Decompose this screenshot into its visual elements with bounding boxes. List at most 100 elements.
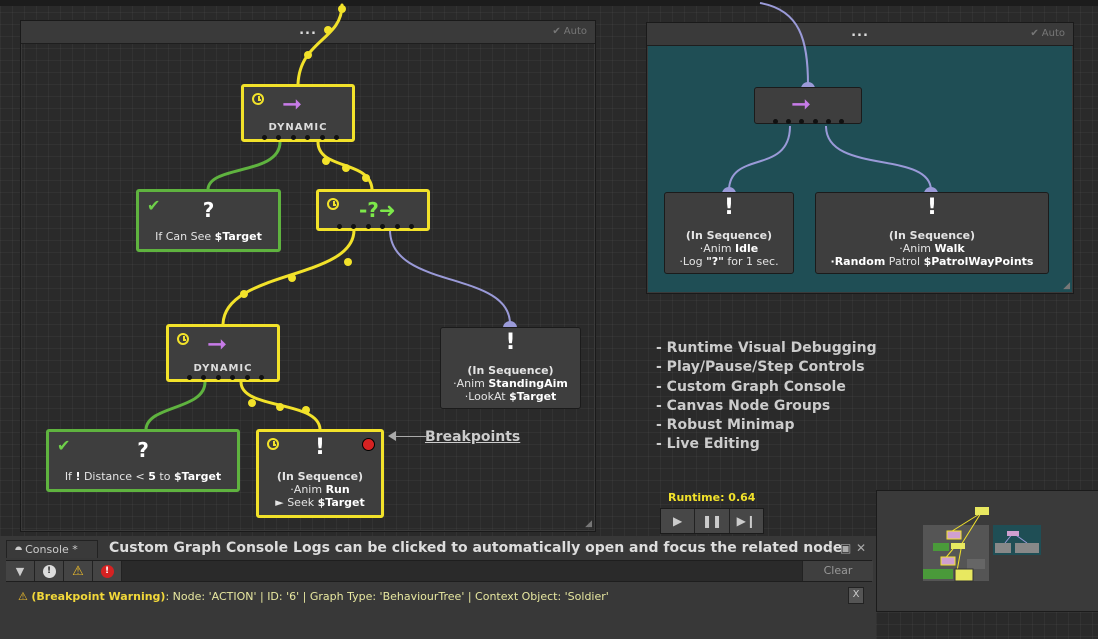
warning-icon: ⚠ [72,563,84,579]
wire-dot [342,164,350,172]
output-port[interactable] [786,119,792,124]
node-standing-aim[interactable]: ! (In Sequence) ·Anim StandingAim ·LookA… [440,327,581,409]
node-run[interactable]: ! (In Sequence) ·Anim Run ► Seek $Target [256,429,384,518]
wire-to-if-distance [144,380,207,431]
console-tab[interactable]: ⯊ Console * [6,540,98,558]
output-port[interactable] [290,135,296,140]
maximize-icon[interactable]: ▣ [840,541,851,555]
error-icon: ! [100,564,114,578]
console-title: Custom Graph Console Logs can be clicked… [109,540,848,556]
info-filter-button[interactable]: ! [35,561,64,581]
question-icon: ? [137,438,149,462]
play-icon: ▶ [673,514,683,528]
node-right-root[interactable]: ➞ [754,87,862,124]
output-port[interactable] [187,375,192,380]
parallel-icon: -?➜ [359,198,396,222]
output-port[interactable] [351,224,357,229]
clock-icon [327,198,339,210]
wire-to-walk [825,125,932,191]
clear-button[interactable]: Clear [802,561,873,581]
filter-dropdown[interactable]: ▼ [6,561,35,581]
node-root-dynamic[interactable]: ➞ DYNAMIC [241,84,355,142]
feature-item: - Runtime Visual Debugging [656,340,877,356]
pause-button[interactable]: ❚❚ [695,509,730,533]
minimap-node [954,568,974,582]
feature-list: - Runtime Visual Debugging - Play/Pause/… [656,339,877,455]
node-ports[interactable] [755,119,861,125]
wire-dot [304,51,312,59]
output-port[interactable] [380,224,386,229]
step-button[interactable]: ▶❙ [729,509,763,533]
node-parallel[interactable]: -?➜ [316,189,430,231]
dismiss-log-button[interactable]: X [848,587,864,604]
node-ports[interactable] [319,224,427,230]
breakpoint-icon[interactable] [362,438,375,451]
node-text: (In Sequence) ·Anim StandingAim ·LookAt … [453,364,568,403]
node-if-can-see[interactable]: ✔ ? If Can See $Target [136,189,281,252]
wire-dot [288,274,296,282]
output-port[interactable] [215,375,221,380]
feature-item: - Canvas Node Groups [656,397,831,414]
node-if-distance[interactable]: ✔ ? If ! Distance < 5 to $Target [46,429,240,492]
play-button[interactable]: ▶ [661,509,696,533]
output-port[interactable] [276,135,282,140]
console-icon: ⯊ [15,546,23,556]
output-port[interactable] [230,375,236,380]
wire-dot [302,406,310,414]
output-port[interactable] [319,135,325,140]
step-icon: ▶❙ [736,514,756,528]
node-text: (In Sequence) ·Anim Run ► Seek $Target [275,470,365,509]
minimap-node [923,569,953,579]
output-port[interactable] [334,135,339,140]
wire-to-if-can-see [206,140,282,191]
node-ports[interactable] [244,135,352,141]
node-walk[interactable]: ! (In Sequence) ·Anim Walk ·Random Patro… [815,192,1049,274]
output-port[interactable] [394,224,400,229]
node-label: DYNAMIC [268,122,328,133]
output-port[interactable] [825,119,831,124]
feature-item: - Live Editing [656,436,760,453]
output-port[interactable] [773,119,778,124]
output-port[interactable] [201,375,207,380]
arrow-right-icon: ➞ [791,90,812,118]
node-dynamic[interactable]: ➞ DYNAMIC [166,324,280,382]
output-port[interactable] [365,224,371,229]
node-ports[interactable] [169,375,277,381]
output-port[interactable] [305,135,311,140]
node-text: (In Sequence) ·Anim Walk ·Random Patrol … [830,229,1034,268]
close-icon[interactable]: ✕ [856,541,866,555]
menu-dots-icon[interactable]: ⋮ [825,541,837,555]
error-filter-button[interactable]: ! [93,561,122,581]
output-port[interactable] [259,375,264,380]
wire-dot [362,174,370,182]
feature-item: - Robust Minimap [656,417,795,434]
minimap-node [967,559,985,569]
wire-dot [248,399,256,407]
output-port[interactable] [244,375,250,380]
wire-dot [338,5,346,13]
wire-right-in [759,2,809,86]
log-entry[interactable]: ⚠ (Breakpoint Warning): Node: 'ACTION' |… [18,590,609,603]
minimap-canvas [923,507,1041,582]
wire-dot [344,258,352,266]
output-port[interactable] [839,119,844,124]
clock-icon [252,93,264,105]
wire-dot [322,157,330,165]
minimap[interactable] [876,490,1098,612]
warning-icon: ⚠ [18,590,28,603]
node-idle[interactable]: ! (In Sequence) ·Anim Idle ·Log "?" for … [664,192,794,274]
log-message: : Node: 'ACTION' | ID: '6' | Graph Type:… [165,590,609,603]
output-port[interactable] [409,224,414,229]
warning-filter-button[interactable]: ⚠ [64,561,93,581]
node-text: If Can See $Target [155,230,262,243]
output-port[interactable] [262,135,267,140]
wire-to-standing [389,229,511,325]
minimap-node [1007,531,1019,536]
console-tab-label: Console * [25,543,78,556]
breakpoints-label: Breakpoints [425,429,521,445]
output-port[interactable] [337,224,342,229]
output-port[interactable] [799,119,805,124]
output-port[interactable] [812,119,818,124]
pause-icon: ❚❚ [701,514,723,528]
node-label: DYNAMIC [193,363,253,374]
